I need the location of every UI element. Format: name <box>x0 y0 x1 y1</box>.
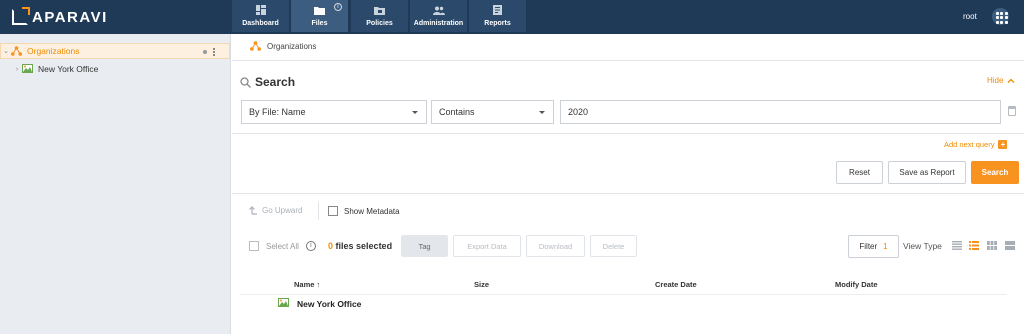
select-all-label: Select All <box>266 241 299 251</box>
divider <box>232 193 1024 194</box>
tab-reports[interactable]: Reports <box>469 0 526 32</box>
go-upward-button[interactable]: Go Upward <box>249 206 302 215</box>
go-upward-label: Go Upward <box>262 206 303 215</box>
search-title: Search <box>255 75 296 89</box>
policies-icon <box>374 7 385 15</box>
column-header-size[interactable]: Size <box>474 280 489 289</box>
hide-label: Hide <box>987 76 1004 85</box>
main-panel: Organizations Search Hide By File: Name … <box>232 34 1024 334</box>
tab-label: Administration <box>413 20 464 27</box>
user-name[interactable]: root <box>963 12 977 21</box>
tree-item-label: Organizations <box>27 46 80 56</box>
sidebar: ⌄ Organizations › New York Office <box>0 34 231 334</box>
dashboard-icon <box>255 5 266 15</box>
search-button[interactable]: Search <box>971 161 1019 184</box>
selected-count: 0 <box>328 241 334 251</box>
tree-item-label: New York Office <box>38 64 99 74</box>
tab-label: Dashboard <box>242 20 279 27</box>
select-all-checkbox[interactable] <box>249 241 259 251</box>
chevron-up-icon <box>1007 78 1015 83</box>
search-heading: Search <box>240 75 295 89</box>
tab-dashboard[interactable]: Dashboard <box>232 0 289 32</box>
field-selector-value: By File: Name <box>249 107 306 117</box>
breadcrumb-label: Organizations <box>267 41 317 51</box>
sort-arrow-up-icon: ↑ <box>316 280 321 289</box>
show-metadata-label: Show Metadata <box>344 206 400 216</box>
dropdown-caret-icon <box>412 111 418 114</box>
filter-button[interactable]: Filter 1 <box>848 235 899 258</box>
download-button[interactable]: Download <box>526 235 585 257</box>
show-metadata-checkbox[interactable] <box>328 206 338 216</box>
field-selector-dropdown[interactable]: By File: Name <box>241 100 427 124</box>
logo-text: APARAVI <box>32 8 108 26</box>
operator-value: Contains <box>439 107 475 117</box>
dropdown-caret-icon <box>539 111 545 114</box>
trash-icon[interactable] <box>1008 106 1016 116</box>
divider <box>232 133 1024 134</box>
delete-button[interactable]: Delete <box>590 235 637 257</box>
column-header-name[interactable]: Name ↑ <box>294 280 320 289</box>
search-value-input[interactable]: 2020 <box>560 100 1001 124</box>
view-type-label: View Type <box>903 241 942 251</box>
detail-list-view-icon[interactable] <box>969 241 979 250</box>
reports-icon <box>493 5 502 15</box>
tab-administration[interactable]: Administration <box>410 0 467 32</box>
add-next-query-button[interactable]: Add next query + <box>944 140 1008 149</box>
search-icon <box>240 76 251 88</box>
info-icon[interactable]: i <box>305 241 316 251</box>
tab-label: Reports <box>484 20 511 27</box>
row-name[interactable]: New York Office <box>297 299 361 309</box>
save-as-report-button[interactable]: Save as Report <box>888 161 966 184</box>
operator-dropdown[interactable]: Contains <box>431 100 554 124</box>
tile-view-icon[interactable] <box>1005 241 1015 250</box>
list-view-icon[interactable] <box>952 241 962 250</box>
divider <box>232 60 1024 61</box>
site-icon <box>22 64 33 73</box>
apps-grid-icon[interactable] <box>992 8 1009 25</box>
column-header-modify-date[interactable]: Modify Date <box>835 280 878 289</box>
export-data-button[interactable]: Export Data <box>453 235 521 257</box>
organization-icon <box>250 41 261 51</box>
tab-files[interactable]: i Files <box>291 0 348 32</box>
select-all-toggle[interactable]: Select All i <box>249 241 316 251</box>
folder-icon <box>314 7 325 15</box>
organization-icon <box>11 46 22 56</box>
kebab-menu-icon[interactable] <box>213 48 215 56</box>
tab-label: Policies <box>366 20 393 27</box>
arrow-up-icon <box>249 206 257 215</box>
tag-button[interactable]: Tag <box>401 235 448 257</box>
status-dot <box>203 50 207 54</box>
filter-label: Filter <box>859 242 878 251</box>
hide-toggle[interactable]: Hide <box>987 76 1015 85</box>
column-header-create-date[interactable]: Create Date <box>655 280 697 289</box>
tree-item-organizations[interactable]: ⌄ Organizations <box>0 43 230 59</box>
tab-label: Files <box>311 20 328 27</box>
reset-button[interactable]: Reset <box>836 161 883 184</box>
filter-count: 1 <box>883 242 888 251</box>
breadcrumb[interactable]: Organizations <box>250 41 316 51</box>
chevron-right-icon[interactable]: › <box>12 66 22 73</box>
users-icon <box>432 6 445 15</box>
logo-mark-icon <box>12 7 30 25</box>
search-value: 2020 <box>568 107 589 117</box>
files-selected-count: 0 files selected <box>328 241 392 251</box>
divider <box>318 202 319 220</box>
info-icon[interactable]: i <box>334 3 342 11</box>
add-query-label: Add next query <box>944 140 995 149</box>
tree-item-new-york-office[interactable]: › New York Office <box>12 61 242 77</box>
chevron-down-icon[interactable]: ⌄ <box>1 47 11 55</box>
selected-text: files selected <box>335 241 393 251</box>
show-metadata-toggle[interactable]: Show Metadata <box>328 206 400 216</box>
site-icon <box>278 298 289 307</box>
plus-icon: + <box>998 140 1008 149</box>
top-bar: APARAVI Dashboard i Files Policies Admin… <box>0 0 1024 34</box>
aparavi-logo[interactable]: APARAVI <box>12 7 108 26</box>
grid-view-icon[interactable] <box>987 241 997 250</box>
tab-policies[interactable]: Policies <box>351 0 408 32</box>
